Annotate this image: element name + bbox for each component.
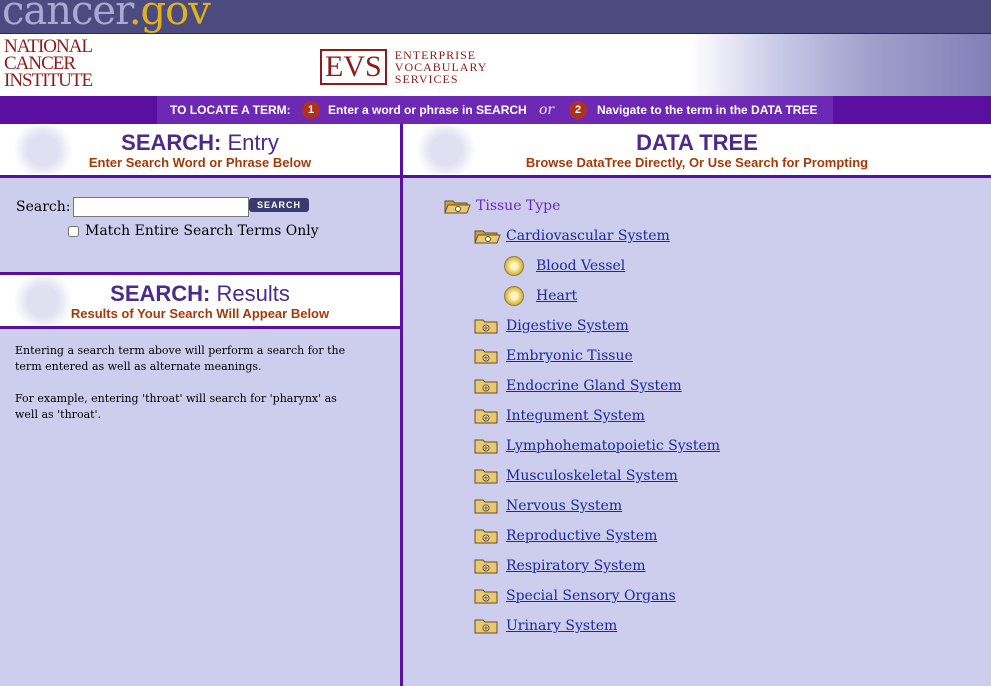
search-entry-title-bold: SEARCH:: [121, 130, 222, 155]
tree-link-lymphohematopoietic[interactable]: Lymphohematopoietic System: [506, 438, 720, 454]
leaf-node-icon: [504, 256, 524, 276]
evs-line3: SERVICES: [394, 72, 459, 86]
chain-decoration-icon: [8, 126, 78, 174]
data-tree-header: DATA TREE Browse DataTree Directly, Or U…: [403, 124, 991, 175]
tree-link-endocrine[interactable]: Endocrine Gland System: [506, 378, 682, 394]
closed-folder-icon: [474, 618, 498, 634]
logo-domain-text: .gov: [128, 0, 211, 34]
site-top-bar: cancer.gov: [0, 0, 991, 34]
tree-item-reproductive[interactable]: Reproductive System: [474, 526, 657, 546]
match-entire-option[interactable]: Match Entire Search Terms Only: [68, 223, 319, 239]
search-results-header: SEARCH: Results Results of Your Search W…: [0, 275, 400, 326]
closed-folder-icon: [474, 528, 498, 544]
tree-link-musculoskeletal[interactable]: Musculoskeletal System: [506, 468, 678, 484]
search-input[interactable]: [72, 197, 249, 217]
divider: [0, 326, 400, 329]
tree-link-integument[interactable]: Integument System: [506, 408, 645, 424]
leaf-node-icon: [504, 286, 524, 306]
match-entire-label: Match Entire Search Terms Only: [85, 223, 319, 239]
match-entire-checkbox[interactable]: [68, 225, 79, 237]
nci-logo[interactable]: NATIONAL CANCER INSTITUTE: [4, 37, 114, 91]
tree-link-heart[interactable]: Heart: [536, 288, 577, 304]
search-label: Search:: [16, 199, 71, 215]
tree-link-cardiovascular[interactable]: Cardiovascular System: [506, 228, 670, 244]
cancer-gov-logo[interactable]: cancer.gov: [2, 0, 211, 34]
search-results-title-light: Results: [216, 281, 290, 306]
tree-item-heart[interactable]: Heart: [504, 286, 577, 306]
search-entry-title-light: Entry: [227, 130, 279, 155]
divider: [0, 175, 400, 178]
tree-link-reproductive[interactable]: Reproductive System: [506, 528, 657, 544]
closed-folder-icon: [474, 318, 498, 334]
tree-item-blood-vessel[interactable]: Blood Vessel: [504, 256, 625, 276]
tree-link-nervous[interactable]: Nervous System: [506, 498, 622, 514]
search-results-title-bold: SEARCH:: [110, 281, 211, 306]
open-folder-icon: [474, 228, 501, 244]
tree-item-musculoskeletal[interactable]: Musculoskeletal System: [474, 466, 678, 486]
closed-folder-icon: [474, 498, 498, 514]
closed-folder-icon: [474, 558, 498, 574]
search-form: Search:: [16, 197, 249, 217]
or-text: or: [539, 102, 555, 118]
closed-folder-icon: [474, 348, 498, 364]
logo-main-text: cancer: [2, 0, 130, 34]
instruction-label: TO LOCATE A TERM:: [170, 103, 291, 117]
step1-number-badge: 1: [302, 101, 320, 119]
evs-logo-words: ENTERPRISE VOCABULARY SERVICES: [395, 49, 488, 85]
data-tree-title: DATA TREE: [636, 130, 758, 155]
tree-item-integument[interactable]: Integument System: [474, 406, 645, 426]
tree-link-embryonic[interactable]: Embryonic Tissue: [506, 348, 633, 364]
closed-folder-icon: [474, 438, 498, 454]
tree-link-blood-vessel[interactable]: Blood Vessel: [536, 258, 625, 274]
tree-item-respiratory[interactable]: Respiratory System: [474, 556, 645, 576]
step1-text: Enter a word or phrase in SEARCH: [328, 103, 527, 117]
info-paragraph-2: For example, entering 'throat' will sear…: [15, 392, 337, 421]
closed-folder-icon: [474, 588, 498, 604]
nci-logo-line3: INSTITUTE: [4, 70, 93, 91]
tree-item-urinary[interactable]: Urinary System: [474, 616, 617, 636]
tree-item-lymphohematopoietic[interactable]: Lymphohematopoietic System: [474, 436, 720, 456]
chain-decoration-icon: [411, 126, 481, 174]
evs-logo-box: EVS: [320, 49, 387, 85]
tree-item-digestive[interactable]: Digestive System: [474, 316, 629, 336]
tree-link-respiratory[interactable]: Respiratory System: [506, 558, 645, 574]
data-tree-subtitle: Browse DataTree Directly, Or Use Search …: [525, 155, 869, 170]
step2-number-badge: 2: [569, 101, 587, 119]
closed-folder-icon: [474, 378, 498, 394]
closed-folder-icon: [474, 408, 498, 424]
tree-link-digestive[interactable]: Digestive System: [506, 318, 629, 334]
tree-item-nervous[interactable]: Nervous System: [474, 496, 622, 516]
instruction-bar-inner: TO LOCATE A TERM: 1 Enter a word or phra…: [157, 96, 833, 124]
books-banner-image: [690, 34, 991, 96]
tree-item-embryonic[interactable]: Embryonic Tissue: [474, 346, 633, 366]
instruction-bar: TO LOCATE A TERM: 1 Enter a word or phra…: [0, 96, 991, 124]
info-paragraph-1: Entering a search term above will perfor…: [15, 344, 346, 373]
chain-decoration-icon: [8, 277, 78, 325]
tree-root-label[interactable]: Tissue Type: [476, 198, 560, 214]
tree-item-endocrine[interactable]: Endocrine Gland System: [474, 376, 682, 396]
tree-link-urinary[interactable]: Urinary System: [506, 618, 617, 634]
search-entry-header: SEARCH: Entry Enter Search Word or Phras…: [0, 124, 400, 175]
tree-item-cardiovascular[interactable]: Cardiovascular System: [474, 226, 670, 246]
tree-item-special-sensory[interactable]: Special Sensory Organs: [474, 586, 676, 606]
tree-root-item[interactable]: Tissue Type: [444, 196, 560, 216]
open-folder-icon: [444, 198, 471, 214]
tree-link-special-sensory[interactable]: Special Sensory Organs: [506, 588, 676, 604]
evs-logo: EVS ENTERPRISE VOCABULARY SERVICES: [320, 49, 487, 85]
search-button[interactable]: SEARCH: [249, 198, 309, 212]
divider: [403, 175, 991, 178]
vertical-divider: [400, 124, 403, 686]
step2-text: Navigate to the term in the DATA TREE: [597, 103, 818, 117]
closed-folder-icon: [474, 468, 498, 484]
header-banner: NATIONAL CANCER INSTITUTE EVS ENTERPRISE…: [0, 34, 991, 96]
search-results-info: Entering a search term above will perfor…: [15, 343, 360, 439]
